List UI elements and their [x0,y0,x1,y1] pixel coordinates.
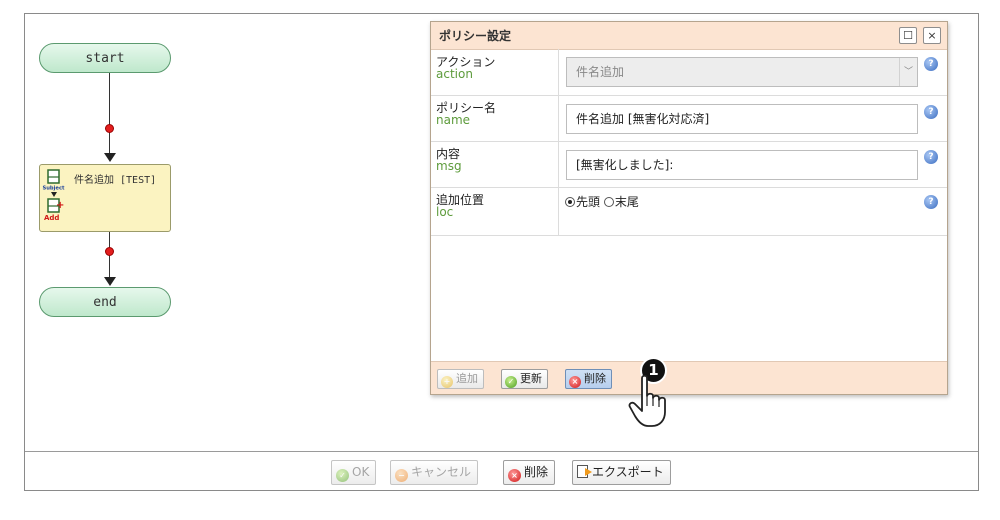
action-node-label: 件名追加 [TEST] [74,175,157,186]
field-row-action: アクション action 件名追加 ﹀ ? [431,49,947,96]
check-icon: ✓ [505,376,517,388]
delete-icon: × [569,376,581,388]
connector-point[interactable] [105,247,114,256]
ok-label: OK [352,465,370,479]
help-icon[interactable]: ? [924,195,938,209]
label-en: action [436,67,473,81]
dialog-title: ポリシー設定 [439,29,512,43]
field-label-msg: 内容 msg [431,141,559,187]
connector-point[interactable] [105,124,114,133]
flow-connector-line [109,73,110,155]
maximize-button[interactable]: ☐ [899,27,917,44]
subject-add-icon: Subject + Add [43,169,66,222]
close-button[interactable]: × [923,27,941,44]
delete-label: 削除 [524,465,549,479]
position-radio-group: 先頭 末尾 [565,193,639,210]
help-icon[interactable]: ? [924,150,938,164]
subject-icon-text: Subject [43,186,66,192]
field-label-loc: 追加位置 loc [431,187,559,235]
flow-connector-line [109,232,110,280]
label-en: msg [436,159,462,173]
add-label: 追加 [456,372,478,385]
flow-end-label: end [93,294,117,310]
export-icon [577,465,592,478]
radio-unselected-icon [603,197,614,207]
label-en: loc [436,205,454,219]
help-icon[interactable]: ? [924,57,938,71]
chevron-down-icon: ﹀ [899,58,917,86]
label-en: name [436,113,471,127]
radio-option-tail[interactable]: 末尾 [603,195,639,209]
dialog-footer: + 追加 ✓ 更新 × 削除 [431,361,947,394]
hand-pointer-icon [628,374,666,427]
radio-label: 先頭 [576,195,601,209]
bottom-button-bar: ✓ OK − キャンセル × 削除 エクスポート [25,460,978,486]
policy-name-input[interactable]: 件名追加 [無害化対応済] [566,104,918,134]
field-row-msg: 内容 msg [無害化しました]: ? [431,141,947,188]
add-icon-text: Add [44,214,59,222]
dialog-delete-button[interactable]: × 削除 [565,369,612,389]
export-button[interactable]: エクスポート [572,460,671,485]
cancel-label: キャンセル [411,465,472,479]
field-label-action: アクション action [431,49,559,95]
check-icon: ✓ [336,469,349,482]
action-select-value: 件名追加 [576,65,625,79]
help-icon[interactable]: ? [924,105,938,119]
add-icon: + [441,376,453,388]
update-button[interactable]: ✓ 更新 [501,369,548,389]
export-label: エクスポート [592,465,664,479]
delete-icon: × [508,469,521,482]
field-row-loc: 追加位置 loc 先頭 末尾 ? [431,187,947,236]
field-row-name: ポリシー名 name 件名追加 [無害化対応済] ? [431,95,947,142]
radio-option-head[interactable]: 先頭 [565,195,600,209]
update-label: 更新 [520,372,542,385]
cancel-icon: − [395,469,408,482]
footer-divider [25,451,978,452]
flow-start-node[interactable]: start [39,43,171,73]
policy-settings-dialog: ポリシー設定 ☐ × アクション action 件名追加 ﹀ ? ポリシー名 n… [430,21,948,395]
connector-arrow-icon [104,153,116,162]
delete-button[interactable]: × 削除 [503,460,556,485]
flow-end-node[interactable]: end [39,287,171,317]
dialog-header: ポリシー設定 ☐ × [431,22,947,50]
radio-label: 末尾 [614,195,639,209]
cancel-button[interactable]: − キャンセル [390,460,479,485]
ok-button[interactable]: ✓ OK [331,460,377,485]
flow-start-label: start [85,50,125,66]
field-label-name: ポリシー名 name [431,95,559,141]
flow-action-node[interactable]: Subject + Add 件名追加 [TEST] [39,164,171,232]
add-button[interactable]: + 追加 [437,369,484,389]
radio-selected-icon [565,197,575,207]
svg-text:+: + [56,200,64,211]
message-input[interactable]: [無害化しました]: [566,150,918,180]
dialog-delete-label: 削除 [584,372,606,385]
action-select[interactable]: 件名追加 ﹀ [566,57,918,87]
connector-arrow-icon [104,277,116,286]
